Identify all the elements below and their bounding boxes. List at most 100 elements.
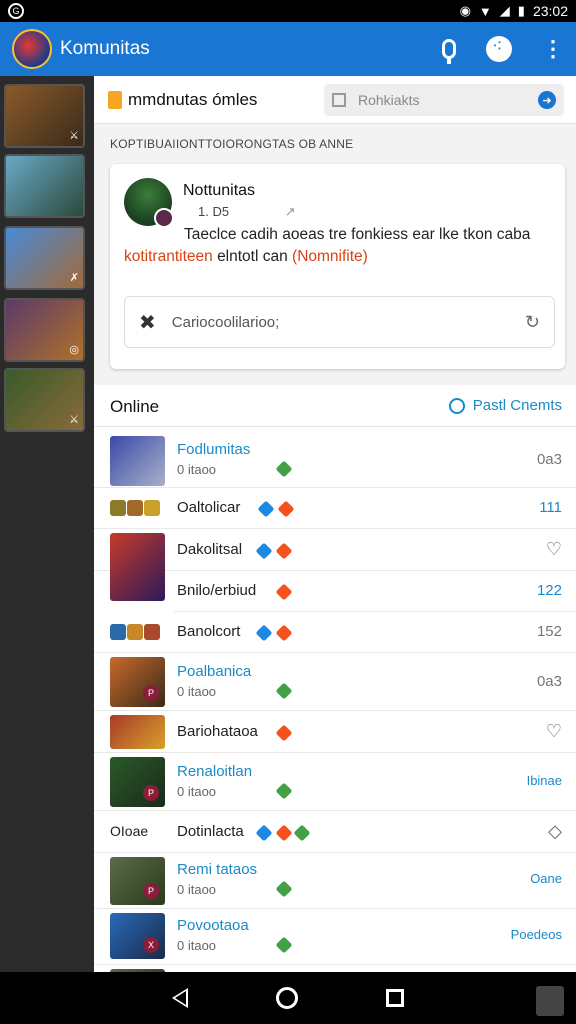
shopping-bag-icon [108,91,122,109]
coin-strip-text: OIoae [110,823,149,839]
rail-game-2[interactable] [4,154,85,218]
blue-badge-icon [257,500,275,518]
rail-game-1[interactable]: ⚔ [4,84,85,148]
list-item[interactable]: Bnilo/erbiud 122 [174,571,576,612]
game-thumbnail [110,715,165,749]
row-sub: 0 itaoo [177,938,217,953]
game-badge-icon: P [143,785,159,801]
row-name: Povootaoa [177,917,249,934]
row-name: Bariohataoa [177,723,258,740]
row-sub: 0 itaoo [177,684,217,699]
game-thumbnail: P [110,657,165,707]
app-bar: Komunitas ⋮ [0,22,576,76]
row-sub: 0 itaoo [177,784,217,799]
game-thumbnail: P [110,757,165,807]
list-item[interactable]: OIoae Dotinlacta ◇ [94,811,576,853]
heart-icon[interactable]: ♡ [546,721,562,742]
rail-badge-icon: ⚔ [69,130,79,142]
list-item[interactable]: Bariohataoa ♡ [94,711,576,753]
list-item[interactable]: P Poalbanica 0 itaoo 0a3 [94,653,576,711]
document-icon [332,93,346,107]
list-item[interactable]: Banolcort 152 [94,612,576,653]
comment-input[interactable]: ✖ Cariocoolilarioo; ↻ [124,296,555,348]
left-rail: ⚔ ✗ ◎ ⚔ [0,76,94,972]
online-list: Online Pastl Cnemts Fodlumitas 0 itaoo 0… [94,385,576,972]
list-header: Online Pastl Cnemts [94,385,576,427]
sub-header-title-text: mmdnutas ómles [128,90,258,109]
rail-game-5[interactable]: ⚔ [4,368,85,432]
main-content: mmdnutas ómles Rohkiakts ➜ KOPTIBUAIIONT… [94,76,576,972]
row-name: Dotinlacta [177,823,244,840]
diamond-icon[interactable]: ◇ [548,821,562,842]
orange-badge-icon [275,724,293,742]
game-badge-icon: X [143,937,159,953]
search-input[interactable]: Rohkiakts ➜ [324,84,564,116]
status-bar: G ◉ ▼ ◢ ▮ 23:02 [0,0,576,22]
blue-badge-icon [255,824,273,842]
online-badge-icon [275,880,293,898]
battery-icon: ▮ [517,3,525,18]
rail-badge-icon: ✗ [69,272,79,284]
green-badge-icon [293,824,311,842]
post-body-highlight[interactable]: (Nomnifite) [292,248,368,265]
more-vert-icon[interactable]: ⋮ [542,38,564,60]
search-go-icon[interactable]: ➜ [538,91,556,109]
list-item[interactable]: X Povootaoa 0 itaoo Poedeos [94,909,576,965]
post-card: Nottunitas 1. D5 ↗ Taeclce cadih aoeas t… [110,164,565,369]
online-badge-icon [275,682,293,700]
share-arrow-icon[interactable]: ↗ [285,204,296,219]
game-badge-icon: P [143,685,159,701]
online-badge-icon [275,782,293,800]
status-time: 23:02 [532,3,568,19]
sub-header: mmdnutas ómles Rohkiakts ➜ [94,76,576,124]
rail-game-4[interactable]: ◎ [4,298,85,362]
post-meta-text: 1. D5 [198,204,230,219]
row-value: 0a3 [536,673,562,690]
attach-icon[interactable]: ↻ [525,312,540,333]
navigation-bar [0,972,576,1024]
post-body-text: Taeclce cadih aoeas tre fonkiess ear lke… [184,226,531,243]
post-body: Taeclce cadih aoeas tre fonkiess ear lke… [124,224,554,268]
post-body-mid: elntotl can [217,248,288,265]
coin-strip [110,624,161,645]
row-name: Remi tataos [177,861,258,878]
comment-placeholder: Cariocoolilarioo; [171,313,280,331]
orange-badge-icon [275,583,293,601]
list-header-link[interactable]: Pastl Cnemts [448,397,562,414]
post-author[interactable]: Nottunitas [183,182,255,200]
list-item[interactable]: P Renaloitlan 0 itaoo Ibinae [94,753,576,811]
alarm-icon: ◉ [459,3,471,18]
row-value: 0a3 [536,451,562,468]
recent-apps-icon[interactable] [386,989,404,1007]
post-body-link[interactable]: kotitrantiteen [124,248,213,265]
share-icon[interactable] [486,36,512,62]
mic-icon[interactable] [442,39,456,64]
heart-icon[interactable]: ♡ [546,539,562,560]
app-logo[interactable] [12,29,52,69]
orange-badge-icon [275,824,293,842]
row-value: 111 [539,499,562,516]
tools-icon: ✖ [139,311,156,334]
list-item[interactable]: Dakolitsal ♡ [94,529,576,601]
list-item[interactable]: P Remi tataos 0 itaoo Oane [94,853,576,909]
row-name: Renaloitlan [177,763,253,780]
row-sub: 0 itaoo [177,882,217,897]
orange-badge-icon [275,624,293,642]
game-thumbnail: P [110,857,165,905]
trash-icon[interactable] [536,986,564,1016]
row-name: Banolcort [177,623,241,640]
notification-icon: G [8,3,24,19]
section-label: KOPTIBUAIIONTTOIORONGTAS OB ANNE [110,137,354,151]
home-icon[interactable] [276,987,298,1009]
list-item[interactable]: Fodlumitas 0 itaoo 0a3 [94,427,576,488]
list-title: Online [110,397,160,416]
row-sub: 0 itaoo [177,462,217,477]
rail-game-3[interactable]: ✗ [4,226,85,290]
back-icon[interactable] [172,988,188,1008]
row-value: Oane [530,871,562,886]
app-title: Komunitas [60,38,150,59]
list-item[interactable]: Oaltolicar 111 [94,488,576,529]
game-thumbnail [110,533,165,601]
rail-badge-icon: ◎ [69,344,79,356]
game-thumbnail: X [110,913,165,959]
